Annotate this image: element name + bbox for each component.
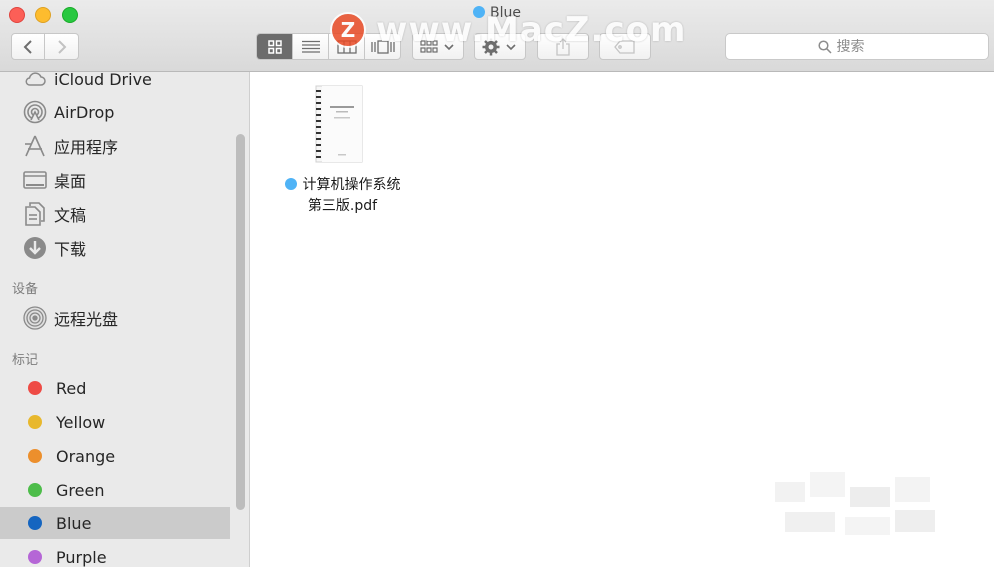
back-button[interactable] [11,33,45,60]
search-input[interactable] [836,38,897,55]
file-name-line2: 第三版.pdf [307,198,378,214]
sidebar-tag-red[interactable]: Red [0,372,230,404]
sidebar-tag-yellow[interactable]: Yellow [0,406,230,438]
watermark-logo: Z [330,12,366,48]
blurred-watermark-area [775,472,935,535]
file-name: 计算机操作系统 第三版.pdf [270,175,415,217]
tag-color-dot [28,483,42,497]
pdf-document-icon [315,85,363,163]
search-icon [817,39,832,54]
sidebar-item-label: 远程光盘 [54,310,119,329]
forward-button[interactable] [45,33,79,60]
sidebar-tag-blue[interactable]: Blue [0,507,230,539]
tag-color-dot [28,415,42,429]
sidebar-item-documents[interactable]: 文稿 [0,198,230,230]
sidebar-item-icloud-drive[interactable]: iCloud Drive [0,72,230,95]
sidebar-item-remote-disc[interactable]: 远程光盘 [0,302,230,334]
sidebar-item-airdrop[interactable]: AirDrop [0,96,230,128]
tag-color-dot [28,381,42,395]
tag-color-dot [28,449,42,463]
watermark: Z www.MacZ.com [330,10,686,50]
sidebar-tag-orange[interactable]: Orange [0,440,230,472]
icon-view-button[interactable] [257,34,293,59]
chevron-left-icon [23,39,32,54]
sidebar: iCloud Drive AirDrop 应用程序 桌面 文稿 下载 设备 远程… [0,72,250,567]
sidebar-item-label: 下载 [54,240,87,259]
sidebar-heading-devices: 设备 [12,282,39,297]
sidebar-item-label: AirDrop [54,102,115,122]
tag-color-dot [28,550,42,564]
sidebar-item-downloads[interactable]: 下载 [0,232,230,264]
grid-icon [267,39,282,54]
tag-color-dot [28,516,42,530]
sidebar-item-label: 文稿 [54,206,87,225]
sidebar-item-label: iCloud Drive [54,72,152,89]
sidebar-item-label: Yellow [56,412,106,432]
sidebar-item-label: Blue [56,513,92,533]
sidebar-item-label: Purple [56,547,107,567]
sidebar-tag-green[interactable]: Green [0,474,230,506]
sidebar-item-label: 桌面 [54,172,87,191]
cloud-icon [22,72,48,92]
search-field[interactable] [725,33,989,60]
sidebar-tag-purple[interactable]: Purple [0,541,230,567]
chevron-right-icon [57,39,66,54]
toolbar: Blue Z www.MacZ.com [0,0,994,72]
sidebar-heading-tags: 标记 [12,353,39,368]
sidebar-item-label: 应用程序 [54,138,119,157]
file-name-line1: 计算机操作系统 [302,177,401,193]
sidebar-item-label: Green [56,480,105,500]
watermark-text: www.MacZ.com [376,10,687,50]
file-tag-dot [284,178,297,190]
sidebar-item-desktop[interactable]: 桌面 [0,164,230,196]
airdrop-icon [22,99,48,125]
disc-icon [22,305,48,331]
applications-icon [22,133,48,159]
sidebar-item-label: Red [56,378,87,398]
download-icon [22,235,48,261]
desktop-icon [22,167,48,193]
documents-icon [22,201,48,227]
list-icon [301,40,320,53]
sidebar-item-applications[interactable]: 应用程序 [0,130,230,162]
sidebar-item-label: Orange [56,446,116,466]
list-view-button[interactable] [293,34,329,59]
sidebar-scrollbar[interactable] [236,134,245,510]
